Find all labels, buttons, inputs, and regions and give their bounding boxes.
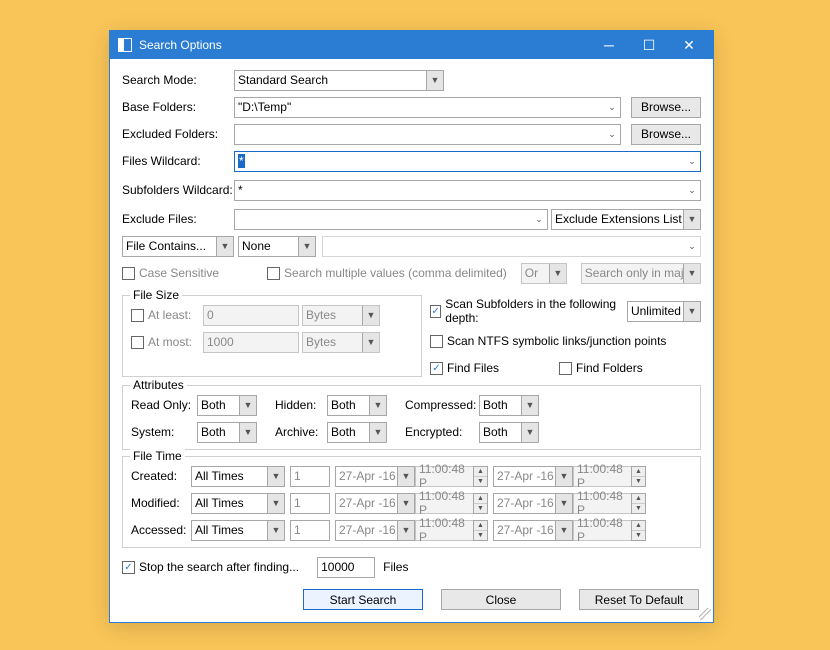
excluded-folders-combo[interactable]: ⌄ <box>234 124 621 145</box>
chevron-down-icon: ▼ <box>683 264 700 283</box>
minimize-button[interactable]: ─ <box>589 31 629 59</box>
multi-values-check[interactable]: Search multiple values (comma delimited) <box>267 266 507 280</box>
client-area: Search Mode: Standard Search ▼ Base Fold… <box>110 59 713 622</box>
attributes-group: Attributes Read Only: Both▼ Hidden: Both… <box>122 385 701 450</box>
chevron-down-icon: ⌄ <box>683 181 700 200</box>
maximize-button[interactable]: ☐ <box>629 31 669 59</box>
scan-ntfs-check[interactable]: Scan NTFS symbolic links/junction points <box>430 334 666 348</box>
find-files-check[interactable]: ✓Find Files <box>430 361 499 375</box>
attributes-legend: Attributes <box>130 378 187 392</box>
accessed-time-to[interactable]: 11:00:48 P▲▼ <box>573 520 646 541</box>
system-combo[interactable]: Both▼ <box>197 422 257 443</box>
modified-date-to[interactable]: 27-Apr -16▼ <box>493 493 573 514</box>
at-most-unit-combo[interactable]: Bytes▼ <box>302 332 380 353</box>
stop-count-input[interactable]: 10000 <box>317 557 375 578</box>
accessed-label: Accessed: <box>131 523 191 537</box>
case-sensitive-check[interactable]: Case Sensitive <box>122 266 219 280</box>
hidden-combo[interactable]: Both▼ <box>327 395 387 416</box>
titlebar[interactable]: Search Options ─ ☐ ✕ <box>110 31 713 59</box>
chevron-down-icon: ⌄ <box>603 98 620 117</box>
compressed-label: Compressed: <box>387 398 479 412</box>
close-button[interactable]: Close <box>441 589 561 610</box>
created-date-to[interactable]: 27-Apr -16▼ <box>493 466 573 487</box>
hidden-label: Hidden: <box>257 398 327 412</box>
files-wildcard-combo[interactable]: * ⌄ <box>234 151 701 172</box>
resize-grip-icon[interactable] <box>699 608 711 620</box>
browse-excluded-button[interactable]: Browse... <box>631 124 701 145</box>
chevron-down-icon: ⌄ <box>603 125 620 144</box>
system-label: System: <box>131 425 197 439</box>
archive-label: Archive: <box>257 425 327 439</box>
files-suffix: Files <box>383 560 408 574</box>
depth-combo[interactable]: Unlimited▼ <box>627 301 701 322</box>
scan-subfolders-check[interactable]: ✓Scan Subfolders in the following depth: <box>430 297 620 325</box>
at-most-check[interactable]: At most: <box>131 335 203 349</box>
exclude-ext-list-combo[interactable]: Exclude Extensions List ▼ <box>551 209 701 230</box>
accessed-date-from[interactable]: 27-Apr -16▼ <box>335 520 415 541</box>
modified-time-to[interactable]: 11:00:48 P▲▼ <box>573 493 646 514</box>
window-title: Search Options <box>139 38 589 52</box>
browse-base-button[interactable]: Browse... <box>631 97 701 118</box>
compressed-combo[interactable]: Both▼ <box>479 395 539 416</box>
accessed-mode-combo[interactable]: All Times▼ <box>191 520 285 541</box>
chevron-down-icon: ⌄ <box>683 237 700 256</box>
base-folders-combo[interactable]: "D:\Temp" ⌄ <box>234 97 621 118</box>
at-least-unit-combo[interactable]: Bytes▼ <box>302 305 380 326</box>
files-wildcard-label: Files Wildcard: <box>122 154 234 168</box>
modified-mode-combo[interactable]: All Times▼ <box>191 493 285 514</box>
exclude-files-combo[interactable]: ⌄ <box>234 209 548 230</box>
chevron-down-icon: ▼ <box>683 210 700 229</box>
start-search-button[interactable]: Start Search <box>303 589 423 610</box>
created-time-from[interactable]: 11:00:48 P▲▼ <box>415 466 488 487</box>
search-mode-combo[interactable]: Standard Search ▼ <box>234 70 444 91</box>
accessed-date-to[interactable]: 27-Apr -16▼ <box>493 520 573 541</box>
search-mode-label: Search Mode: <box>122 73 234 87</box>
read-only-label: Read Only: <box>131 398 197 412</box>
search-options-window: Search Options ─ ☐ ✕ Search Mode: Standa… <box>109 30 714 623</box>
encrypted-combo[interactable]: Both▼ <box>479 422 539 443</box>
modified-label: Modified: <box>131 496 191 510</box>
file-size-group: File Size At least: 0 Bytes▼ At most: 10… <box>122 295 422 377</box>
app-icon <box>118 38 132 52</box>
stop-after-check[interactable]: ✓Stop the search after finding... <box>122 560 299 574</box>
created-time-to[interactable]: 11:00:48 P▲▼ <box>573 466 646 487</box>
encrypted-label: Encrypted: <box>387 425 479 439</box>
created-count[interactable]: 1 <box>290 466 330 487</box>
modified-count[interactable]: 1 <box>290 493 330 514</box>
excluded-folders-label: Excluded Folders: <box>122 127 234 141</box>
reset-default-button[interactable]: Reset To Default <box>579 589 699 610</box>
modified-date-from[interactable]: 27-Apr -16▼ <box>335 493 415 514</box>
close-window-button[interactable]: ✕ <box>669 31 709 59</box>
major-streams-combo[interactable]: Search only in major stre▼ <box>581 263 701 284</box>
accessed-time-from[interactable]: 11:00:48 P▲▼ <box>415 520 488 541</box>
file-time-group: File Time Created: All Times▼ 1 27-Apr -… <box>122 456 701 548</box>
accessed-count[interactable]: 1 <box>290 520 330 541</box>
read-only-combo[interactable]: Both▼ <box>197 395 257 416</box>
subfolders-wildcard-label: Subfolders Wildcard: <box>122 183 234 197</box>
chevron-down-icon: ▼ <box>426 71 443 90</box>
archive-combo[interactable]: Both▼ <box>327 422 387 443</box>
at-least-check[interactable]: At least: <box>131 308 203 322</box>
chevron-down-icon: ▼ <box>549 264 566 283</box>
created-date-from[interactable]: 27-Apr -16▼ <box>335 466 415 487</box>
modified-time-from[interactable]: 11:00:48 P▲▼ <box>415 493 488 514</box>
chevron-down-icon: ⌄ <box>683 152 700 171</box>
created-label: Created: <box>131 469 191 483</box>
base-folders-label: Base Folders: <box>122 100 234 114</box>
file-contains-combo[interactable]: File Contains... ▼ <box>122 236 234 257</box>
subfolders-wildcard-combo[interactable]: * ⌄ <box>234 180 701 201</box>
file-size-legend: File Size <box>130 288 182 302</box>
file-time-legend: File Time <box>130 449 185 463</box>
chevron-down-icon: ▼ <box>298 237 315 256</box>
exclude-files-label: Exclude Files: <box>122 212 234 226</box>
chevron-down-icon: ⌄ <box>530 210 547 229</box>
contains-encoding-combo[interactable]: None ▼ <box>238 236 316 257</box>
chevron-down-icon: ▼ <box>216 237 233 256</box>
or-combo[interactable]: Or▼ <box>521 263 567 284</box>
contains-value-combo[interactable]: ⌄ <box>322 236 701 257</box>
created-mode-combo[interactable]: All Times▼ <box>191 466 285 487</box>
find-folders-check[interactable]: Find Folders <box>559 361 643 375</box>
